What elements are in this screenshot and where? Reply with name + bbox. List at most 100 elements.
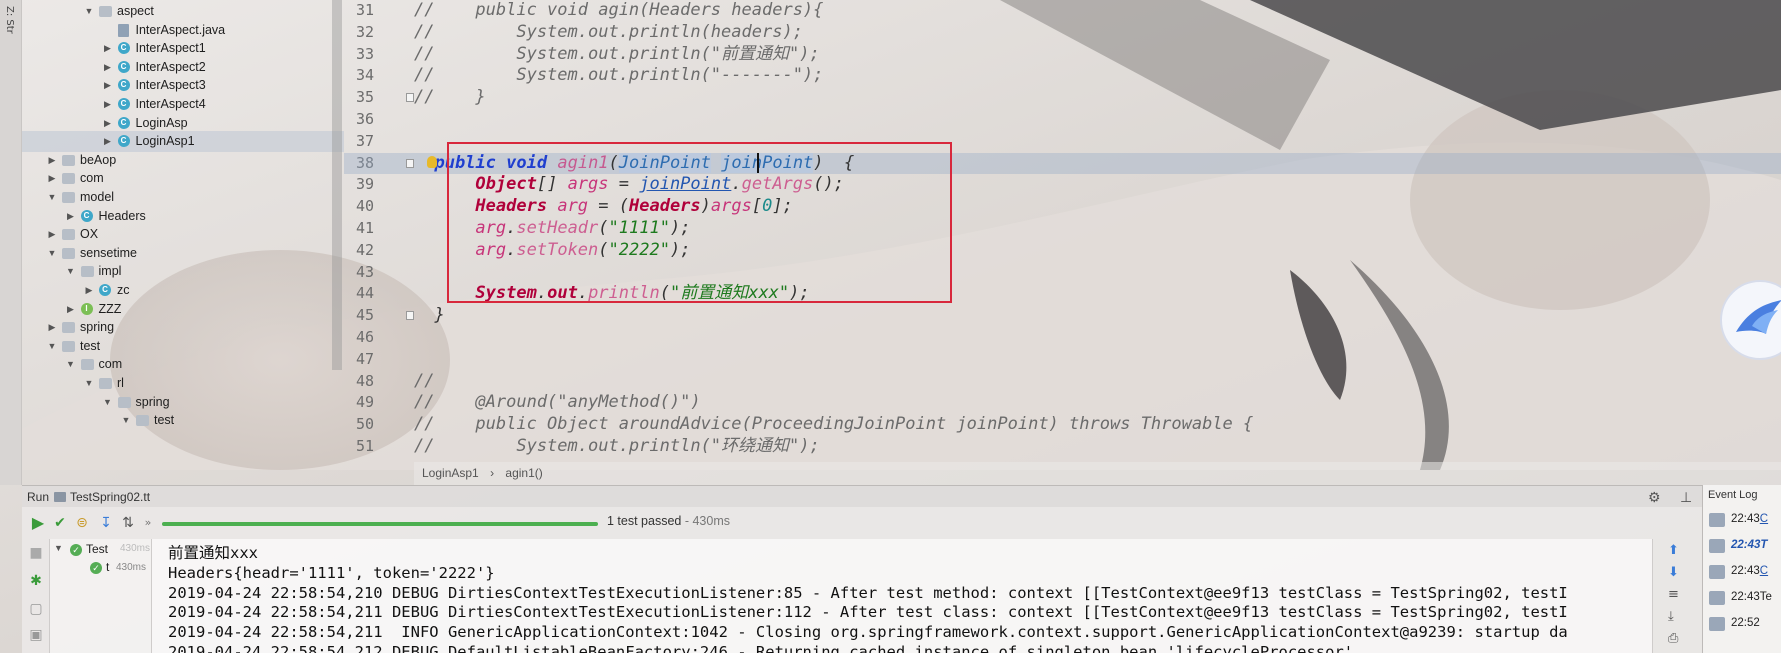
test-passed-icon: ✓ (90, 562, 102, 574)
folder-icon (99, 378, 112, 389)
code-line[interactable] (414, 109, 1781, 131)
intention-bulb-icon[interactable] (427, 156, 437, 168)
folder-icon (99, 6, 112, 17)
code-token: // public void agin(Headers headers){ (414, 0, 824, 20)
folder-icon (117, 396, 131, 408)
expand-arrow-icon[interactable]: ▼ (54, 543, 63, 553)
code-line[interactable]: // } (414, 87, 1781, 109)
code-token: // } (414, 87, 486, 108)
code-line[interactable] (414, 327, 1781, 349)
test-root-time: 430ms (120, 543, 151, 554)
event-entry[interactable]: 22:52 (1731, 617, 1760, 629)
event-icon[interactable] (1709, 565, 1725, 579)
line-number: 39 (355, 175, 374, 194)
code-token: } (414, 305, 445, 326)
code-line[interactable]: // @Around("anyMethod()") (414, 392, 1781, 414)
show-passed-icon[interactable]: ✔ (50, 513, 70, 533)
code-token: // System.out.println("-------"); (414, 65, 824, 86)
structure-tab-label[interactable]: Z: Str (4, 6, 15, 34)
event-link[interactable]: C (1760, 513, 1768, 525)
project-tree: ▼ aspect InterAspect.java ▶ C InterAspect1 ▶ C I… (22, 0, 344, 485)
event-link[interactable]: C (1760, 565, 1768, 577)
code-line[interactable]: // System.out.println("环绕通知"); (414, 436, 1781, 458)
event-icon[interactable] (1709, 539, 1725, 553)
pause-icon[interactable]: ▢ (26, 599, 46, 619)
test-child-time: 430ms (116, 562, 147, 573)
test-results-tree: ▼ ✓ Test 430ms ✓ t 430ms (50, 539, 152, 653)
line-number: 33 (355, 44, 374, 63)
test-status-text: 1 test passed (607, 514, 682, 528)
event-entry[interactable]: 22:43Te (1731, 591, 1772, 603)
line-number: 42 (355, 240, 374, 259)
folder-icon (62, 229, 75, 241)
tree-item[interactable]: ▼ test (22, 410, 344, 431)
folder-icon (80, 359, 94, 371)
code-token: // System.out.println("前置通知"); (414, 43, 820, 64)
soft-wrap-icon[interactable]: ≡ (1668, 587, 1679, 602)
breadcrumb-method[interactable]: agin1() (505, 466, 542, 480)
stop-icon[interactable]: ■ (26, 543, 46, 563)
event-time: 22:52 (1731, 617, 1760, 629)
line-number: 49 (355, 393, 374, 412)
event-entry[interactable]: 22:43T (1731, 539, 1767, 551)
more-icon[interactable]: » (138, 513, 158, 533)
test-root[interactable]: Test (86, 542, 108, 556)
class-icon: C (117, 42, 130, 55)
line-number: 35 (355, 88, 374, 107)
console-output[interactable]: 前置通知xxx Headers{headr='1111', token='2222… (152, 539, 1652, 653)
event-log-title: Event Log (1708, 489, 1758, 501)
project-tree-scrollbar[interactable] (332, 0, 342, 370)
code-line[interactable]: // System.out.println("前置通知"); (414, 44, 1781, 66)
folder-icon (62, 192, 75, 203)
code-line[interactable]: // public void agin(Headers headers){ (414, 0, 1781, 22)
event-log-panel: Event Log 22:43C 22:43T 22:43C 22:43Te 22:52 (1702, 485, 1781, 653)
code-line[interactable]: // (414, 371, 1781, 393)
show-ignored-icon[interactable]: ⊜ (72, 513, 92, 533)
scroll-to-end-icon[interactable]: ⤓ (1668, 609, 1674, 624)
scroll-down-icon[interactable]: ⬇ (1668, 565, 1679, 580)
interface-icon: I (80, 302, 93, 315)
folder-icon (80, 266, 94, 278)
print-icon[interactable]: ⎙ (1668, 631, 1678, 646)
rerun-button[interactable]: ▶ (28, 513, 48, 533)
sort-alpha-icon[interactable]: ↧ (96, 513, 116, 533)
class-icon: C (117, 98, 130, 110)
code-line[interactable]: // System.out.println("-------"); (414, 65, 1781, 87)
console-toolbar: ⬆ ⬇ ≡ ⤓ ⎙ (1652, 539, 1702, 653)
class-icon: C (117, 79, 130, 92)
chevron-down-icon[interactable]: ▼ (120, 410, 132, 431)
fold-marker-icon[interactable] (406, 158, 414, 168)
code-token: // public Object aroundAdvice(Proceeding… (414, 414, 1254, 435)
event-icon[interactable] (1709, 617, 1725, 631)
test-child[interactable]: t (106, 560, 109, 574)
code-line[interactable]: } (414, 305, 1781, 327)
bird-badge-icon[interactable] (1720, 280, 1781, 360)
minimize-icon[interactable]: ⊥ (1680, 486, 1692, 508)
test-status: 1 test passed - 430ms (607, 514, 730, 528)
event-time: 22:43Te (1731, 591, 1772, 603)
line-number: 50 (355, 415, 374, 434)
code-line[interactable] (414, 349, 1781, 371)
line-number: 34 (355, 66, 374, 85)
console-line: 前置通知xxx (168, 544, 258, 562)
event-entry[interactable]: 22:43C (1731, 513, 1768, 525)
fold-marker-icon[interactable] (406, 93, 414, 103)
code-line[interactable]: // public Object aroundAdvice(Proceeding… (414, 414, 1781, 436)
event-icon[interactable] (1709, 591, 1725, 605)
code-line[interactable]: // System.out.println(headers); (414, 22, 1781, 44)
gear-icon[interactable]: ⚙ (1648, 486, 1661, 508)
java-file-icon (117, 23, 129, 37)
breadcrumb-class[interactable]: LoginAsp1 (422, 466, 479, 480)
debug-icon[interactable]: ✱ (26, 571, 46, 591)
console-line: Headers{headr='1111', token='2222'} (168, 563, 495, 582)
event-icon[interactable] (1709, 513, 1725, 527)
run-config-tab[interactable]: TestSpring02.tt (70, 486, 150, 508)
highlight-annotation-box (447, 142, 952, 303)
camera-icon[interactable]: ▣ (26, 625, 46, 645)
event-entry[interactable]: 22:43C (1731, 565, 1768, 577)
code-token: // System.out.println("环绕通知"); (414, 436, 820, 456)
folder-icon (62, 173, 75, 185)
sort-duration-icon[interactable]: ⇅ (118, 513, 138, 533)
fold-marker-icon[interactable] (406, 311, 414, 321)
scroll-up-icon[interactable]: ⬆ (1668, 543, 1679, 558)
